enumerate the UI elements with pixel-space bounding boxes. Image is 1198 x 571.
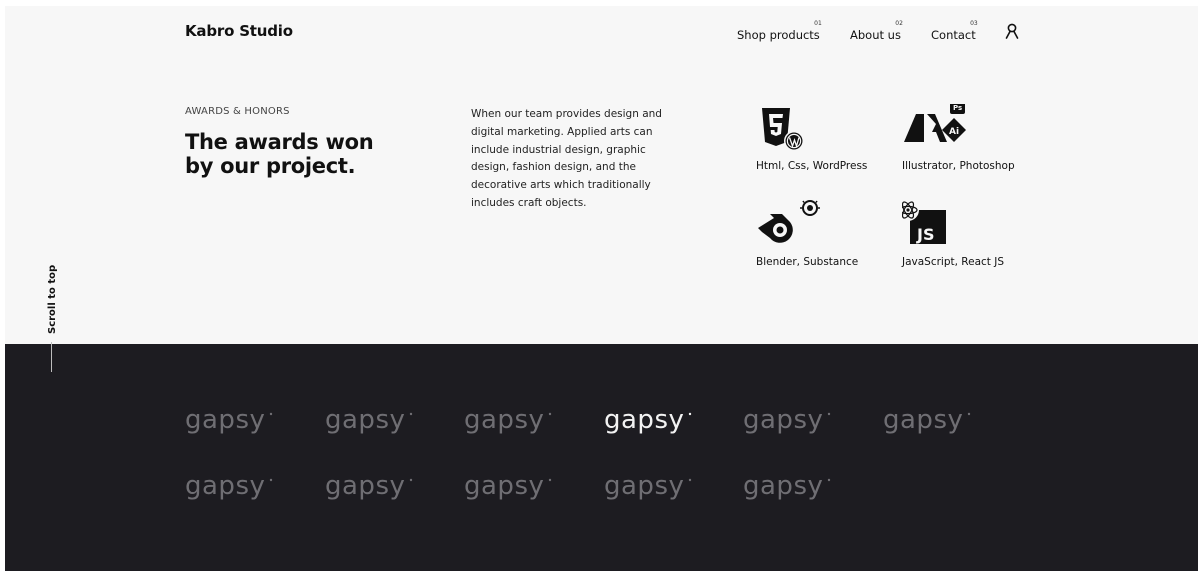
brand-logo[interactable]: Kabro Studio (185, 22, 293, 40)
scroll-to-top-label: Scroll to top (47, 264, 58, 334)
client-logo[interactable]: gapsy (743, 471, 833, 504)
svg-text:Ps: Ps (953, 104, 962, 112)
site-header: Kabro Studio 01 Shop products 02 About u… (5, 6, 1198, 66)
react-javascript-icon: JS (897, 199, 1052, 252)
headline-line-2: by our project. (185, 154, 356, 178)
client-logo-text: gapsy (185, 408, 265, 435)
client-logo-text: gapsy (743, 408, 823, 435)
nav-shop-products[interactable]: 01 Shop products (737, 20, 822, 42)
skill-illustrator-photoshop: Ps Ai Illustrator, Photoshop (902, 100, 1052, 172)
skill-javascript-react: JS JavaScript, React JS (897, 199, 1052, 268)
client-logo[interactable]: gapsy (325, 471, 415, 504)
skill-label: Blender, Substance (756, 256, 859, 268)
page: Kabro Studio 01 Shop products 02 About u… (5, 6, 1198, 571)
section-description: When our team provides design and digita… (471, 108, 662, 209)
nav-about-us[interactable]: 02 About us (850, 20, 903, 42)
svg-text:Ai: Ai (949, 127, 959, 137)
client-logo[interactable]: gapsy (185, 405, 275, 438)
nav-number: 03 (970, 20, 978, 27)
skill-html-css-wordpress: Html, Css, WordPress (756, 104, 906, 172)
client-logos-band: gapsy gapsy gapsy gapsy gapsy gapsy gapsy gapsy… (5, 344, 1198, 571)
client-logo-text: gapsy (883, 408, 963, 435)
skill-blender-substance: Blender, Substance (756, 198, 906, 268)
client-logo-text: gapsy (604, 474, 684, 501)
user-icon[interactable] (1004, 23, 1020, 39)
client-logo-text: gapsy (325, 408, 405, 435)
nav-number: 02 (895, 20, 903, 27)
client-logo[interactable]: gapsy (464, 471, 554, 504)
section-headline: The awards won by our project. (185, 130, 425, 178)
client-logo[interactable]: gapsy (883, 405, 973, 438)
scroll-to-top-button[interactable]: Scroll to top (43, 264, 63, 338)
client-logo[interactable]: gapsy (743, 405, 833, 438)
skill-label: JavaScript, React JS (902, 256, 1005, 268)
client-logo[interactable]: gapsy (464, 405, 554, 438)
skill-label: Html, Css, WordPress (756, 160, 868, 172)
nav-contact[interactable]: 03 Contact (931, 20, 978, 42)
client-logo-text: gapsy (185, 474, 265, 501)
blender-substance-icon (756, 198, 906, 252)
adobe-illustrator-photoshop-icon: Ps Ai (902, 100, 1052, 156)
client-logo[interactable]: gapsy (604, 471, 694, 504)
skill-label: Illustrator, Photoshop (902, 160, 1015, 172)
html5-wordpress-icon (756, 104, 906, 156)
client-logo[interactable]: gapsy (185, 471, 275, 504)
client-logo-text: gapsy (325, 474, 405, 501)
client-logo-text: gapsy (743, 474, 823, 501)
headline-line-1: The awards won (185, 130, 374, 154)
nav-label: Shop products (737, 28, 820, 42)
section-eyebrow: AWARDS & HONORS (185, 106, 290, 117)
client-logo-text: gapsy (464, 408, 544, 435)
client-logo-text: gapsy (464, 474, 544, 501)
client-logo[interactable]: gapsy (325, 405, 415, 438)
client-logo-text: gapsy (604, 408, 684, 435)
nav-label: Contact (931, 28, 976, 42)
client-logo[interactable]: gapsy (604, 405, 694, 438)
nav-label: About us (850, 28, 901, 42)
svg-text:JS: JS (916, 225, 934, 244)
nav-number: 01 (814, 20, 822, 27)
scroll-indicator-line (51, 342, 52, 372)
